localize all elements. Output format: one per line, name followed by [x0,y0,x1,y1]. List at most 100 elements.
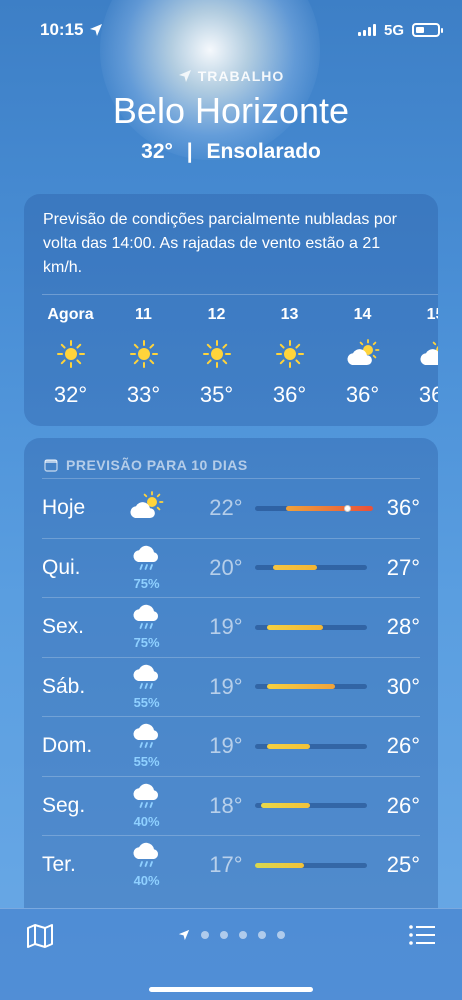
daily-forecast-card[interactable]: PREVISÃO PARA 10 DIAS Hoje 22° 36° Qui. 75% 2… [24,438,438,908]
hour-label: 14 [353,306,372,323]
day-row[interactable]: Sex. 75% 19° 28° [42,597,420,657]
current-temp-dot [344,504,352,512]
day-low-temp: 19° [209,614,243,640]
temp-range-bar [254,743,367,749]
daily-header: PREVISÃO PARA 10 DIAS [24,438,438,478]
day-row[interactable]: Seg. 40% 18° 26° [42,775,420,836]
day-low-temp: 18° [209,792,243,818]
sun-icon [253,332,326,376]
partly-cloudy-icon [399,332,438,376]
status-bar: 10:15 5G [0,0,462,60]
temp-range-bar [254,504,373,512]
day-high-temp: 28° [386,614,420,640]
status-time: 10:15 [40,20,84,39]
home-indicator[interactable] [149,987,313,992]
hour-temp: 33° [126,382,161,407]
day-low-temp: 19° [209,733,243,759]
current-conditions: 32° | Ensolarado [141,140,321,163]
hour-item: 13 36° [253,306,326,408]
day-high-temp: 26° [386,792,420,818]
sun-icon [34,332,107,376]
day-high-temp: 25° [386,852,420,878]
hour-item: 11 33° [107,306,180,408]
day-name: Hoje [42,496,86,520]
current-condition: Ensolarado [206,140,321,163]
page-dot[interactable] [219,931,228,939]
temp-range-fill [254,862,305,868]
day-name: Qui. [42,555,81,579]
hour-label: Agora [47,306,94,323]
calendar-icon [44,459,58,472]
precip-chance: 55% [133,694,160,710]
precip-chance: 75% [133,575,160,591]
day-high-temp: 27° [386,554,420,580]
hour-label: 11 [135,306,152,323]
page-dot[interactable] [257,931,266,939]
day-low-temp: 19° [209,673,243,699]
temp-range-fill [266,743,311,749]
temp-range-fill [266,684,336,690]
day-row[interactable]: Ter. 40% 17° 25° [42,835,420,895]
page-dot[interactable] [238,931,247,939]
day-row[interactable]: Sáb. 55% 19° 30° [42,656,420,717]
rain-cloud-icon [131,723,163,756]
day-row[interactable]: Dom. 55% 19° 26° [42,716,420,776]
partly-cloudy-icon [326,332,399,376]
hour-temp: 36° [272,382,307,407]
location-tag: TRABALHO [0,68,462,84]
divider [42,294,438,295]
location-arrow-icon [178,929,189,941]
temp-range-fill [285,505,373,511]
temp-range-bar [254,803,367,809]
hourly-list[interactable]: Agora 32° 11 33° 12 35° 13 36° 14 36° 15 36° [34,306,438,408]
day-name: Sex. [42,615,85,639]
rain-cloud-icon [131,545,163,578]
current-temp: 32° [141,140,173,163]
network-label: 5G [383,21,404,39]
location-arrow-icon [90,24,103,36]
precip-chance: 55% [133,754,160,770]
hour-temp: 32° [53,382,88,407]
hour-temp: 36° [418,382,438,407]
list-icon[interactable] [408,923,436,949]
temp-range-fill [260,803,311,809]
hour-label: 15 [426,306,438,323]
day-high-temp: 26° [386,733,420,759]
precip-chance: 40% [133,873,160,889]
hour-item: 15 36° [399,306,438,408]
page-indicator[interactable] [0,929,462,941]
day-name: Dom. [42,734,93,758]
rain-cloud-icon [131,783,163,816]
hour-item: 14 36° [326,306,399,408]
hour-temp: 36° [345,382,380,407]
day-name: Ter. [42,853,76,877]
rain-cloud-icon [131,664,163,697]
hourly-forecast-card[interactable]: Previsão de condições parcialmente nubla… [24,194,438,426]
signal-icon [357,24,376,36]
day-name: Sáb. [42,674,86,698]
page-dot[interactable] [276,931,285,939]
day-name: Seg. [42,793,86,817]
location-tag-label: TRABALHO [197,68,285,84]
day-row[interactable]: Qui. 75% 20° 27° [42,537,420,598]
city-name: Belo Horizonte [112,90,350,131]
temp-range-bar [254,684,367,690]
hour-label: 13 [280,306,299,323]
temp-range-fill [266,624,323,630]
temp-range-bar [254,862,367,868]
page-dot[interactable] [200,931,209,939]
hour-item: 12 35° [180,306,253,408]
daily-title: PREVISÃO PARA 10 DIAS [66,457,248,473]
hourly-summary: Previsão de condições parcialmente nubla… [43,211,397,276]
day-low-temp: 22° [209,495,243,521]
day-high-temp: 36° [386,495,420,521]
battery-icon [412,23,443,37]
sun-icon [180,332,253,376]
temp-range-bar [254,565,367,571]
daily-list: Hoje 22° 36° Qui. 75% 20° 27° Sex. 75% 19° 28° Sáb.… [24,478,438,895]
precip-chance: 40% [133,813,160,829]
partly-sunny-icon [129,490,165,526]
day-low-temp: 17° [209,852,243,878]
day-high-temp: 30° [386,673,420,699]
day-row[interactable]: Hoje 22° 36° [42,478,420,538]
